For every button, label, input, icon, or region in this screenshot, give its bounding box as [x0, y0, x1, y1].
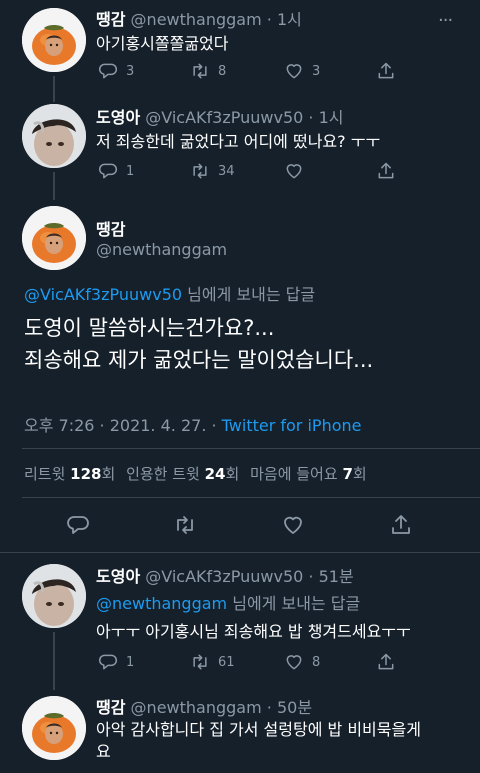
retweet-button[interactable]: 34 — [190, 161, 235, 181]
share-icon — [389, 513, 413, 537]
tweet-time[interactable]: · 1시 — [308, 108, 343, 127]
like-button[interactable]: 8 — [284, 652, 320, 672]
reply-icon — [98, 652, 118, 672]
avatar[interactable] — [22, 206, 86, 270]
thread-line — [53, 632, 55, 690]
divider — [22, 497, 480, 498]
like-button[interactable] — [281, 513, 305, 537]
reply-icon — [98, 161, 118, 181]
tweet-header: 도영아 @VicAKf3zPuuwv50 · 51분 — [96, 563, 354, 587]
retweet-button[interactable] — [173, 513, 197, 537]
user-handle[interactable]: @VicAKf3zPuuwv50 — [145, 567, 303, 586]
user-handle[interactable]: @newthanggam — [96, 240, 227, 259]
reply-count: 1 — [126, 654, 135, 670]
divider — [0, 552, 480, 553]
retweet-icon — [190, 61, 210, 81]
reply-to-label: 님에게 보내는 답글 — [227, 594, 361, 613]
avatar[interactable] — [22, 104, 86, 168]
tweet-text: 도영이 말씀하시는건가요?... 죄송해요 제가 굶었다는 말이었습니다... — [24, 312, 373, 376]
user-handle[interactable]: @VicAKf3zPuuwv50 — [145, 108, 303, 127]
tweet-text: 저 죄송한데 굶었다고 어디에 떴나요? ㅜㅜ — [96, 132, 381, 151]
retweet-count: 8 — [218, 63, 227, 79]
heart-icon — [284, 652, 304, 672]
like-button[interactable]: 3 — [284, 61, 320, 81]
reply-to-label: 님에게 보내는 답글 — [182, 285, 316, 304]
display-name[interactable]: 땡감 — [96, 216, 125, 240]
tweet-text-line: 죄송해요 제가 굶었다는 말이었습니다... — [24, 348, 374, 372]
like-total: 7 — [342, 465, 353, 483]
retweet-total: 128 — [70, 465, 102, 483]
tweet-stats: 리트윗 128회 인용한 트윗 24회 마음에 들어요 7회 — [24, 463, 367, 484]
tweet-source[interactable]: Twitter for iPhone — [222, 416, 362, 435]
reply-icon — [98, 61, 118, 81]
retweet-icon — [190, 652, 210, 672]
tweet-header: 도영아 @VicAKf3zPuuwv50 · 1시 — [96, 104, 343, 128]
display-name[interactable]: 땡감 — [96, 698, 125, 717]
retweet-stat[interactable]: 리트윗 128회 — [24, 465, 115, 483]
tweet-text-line: 도영이 말씀하시는건가요?... — [24, 316, 275, 340]
retweet-button[interactable]: 61 — [190, 652, 235, 672]
reply-count: 1 — [126, 163, 135, 179]
reply-icon — [66, 513, 90, 537]
share-icon — [376, 161, 396, 181]
heart-icon — [284, 161, 304, 181]
reply-button[interactable]: 3 — [98, 61, 134, 81]
share-button[interactable] — [376, 61, 396, 81]
retweet-count: 61 — [218, 654, 235, 670]
share-icon — [376, 61, 396, 81]
tweet-timestamp: 오후 7:26 · 2021. 4. 27. · Twitter for iPh… — [24, 412, 361, 436]
tweet-text: 아기홍시쫄쫄굶었다 — [96, 34, 229, 53]
tweet-header: 땡감 @newthanggam · 1시 — [96, 6, 302, 30]
quote-stat[interactable]: 인용한 트윗 24회 — [126, 465, 239, 483]
display-name[interactable]: 도영아 — [96, 108, 140, 127]
reply-to-handle[interactable]: @VicAKf3zPuuwv50 — [24, 285, 182, 304]
like-button[interactable] — [284, 161, 312, 181]
share-button[interactable] — [389, 513, 413, 537]
avatar[interactable] — [22, 564, 86, 628]
user-handle[interactable]: @newthanggam — [131, 698, 262, 717]
like-count: 3 — [312, 63, 321, 79]
timestamp-text[interactable]: 오후 7:26 · 2021. 4. 27. · — [24, 416, 222, 435]
like-count: 8 — [312, 654, 321, 670]
reply-button[interactable] — [66, 513, 90, 537]
share-button[interactable] — [376, 161, 396, 181]
display-name[interactable]: 도영아 — [96, 567, 140, 586]
retweet-count: 34 — [218, 163, 235, 179]
tweet-header: 땡감 @newthanggam · 50분 — [96, 694, 312, 718]
retweet-icon — [173, 513, 197, 537]
reply-context: @VicAKf3zPuuwv50 님에게 보내는 답글 — [24, 281, 315, 305]
tweet-text-line: 아악 감사합니다 집 가서 설렁탕에 밥 비비묵을게 — [96, 720, 421, 739]
reply-count: 3 — [126, 63, 135, 79]
reply-button[interactable]: 1 — [98, 161, 134, 181]
retweet-button[interactable]: 8 — [190, 61, 226, 81]
thread-line — [53, 76, 55, 102]
divider — [22, 448, 480, 449]
reply-context: @newthanggam 님에게 보내는 답글 — [96, 590, 360, 614]
tweet-time[interactable]: · 50분 — [267, 698, 312, 717]
retweet-icon — [190, 161, 210, 181]
tweet-time[interactable]: · 1시 — [267, 10, 302, 29]
user-handle[interactable]: @newthanggam — [131, 10, 262, 29]
heart-icon — [284, 61, 304, 81]
reply-button[interactable]: 1 — [98, 652, 134, 672]
tweet-time[interactable]: · 51분 — [308, 567, 353, 586]
reply-to-handle[interactable]: @newthanggam — [96, 594, 227, 613]
tweet-text: 아악 감사합니다 집 가서 설렁탕에 밥 비비묵을게 요 — [96, 719, 421, 763]
like-stat[interactable]: 마음에 들어요 7회 — [250, 465, 367, 483]
avatar[interactable] — [22, 696, 86, 760]
share-icon — [376, 652, 396, 672]
display-name[interactable]: 땡감 — [96, 10, 125, 29]
share-button[interactable] — [376, 652, 396, 672]
more-icon[interactable]: ··· — [438, 10, 453, 31]
quote-total: 24 — [204, 465, 226, 483]
avatar[interactable] — [22, 8, 86, 72]
tweet-text: 아ㅜㅜ 아기홍시님 죄송해요 밥 챙겨드세요ㅜㅜ — [96, 622, 411, 641]
thread-line — [53, 172, 55, 200]
tweet-text-line: 요 — [96, 742, 111, 761]
heart-icon — [281, 513, 305, 537]
